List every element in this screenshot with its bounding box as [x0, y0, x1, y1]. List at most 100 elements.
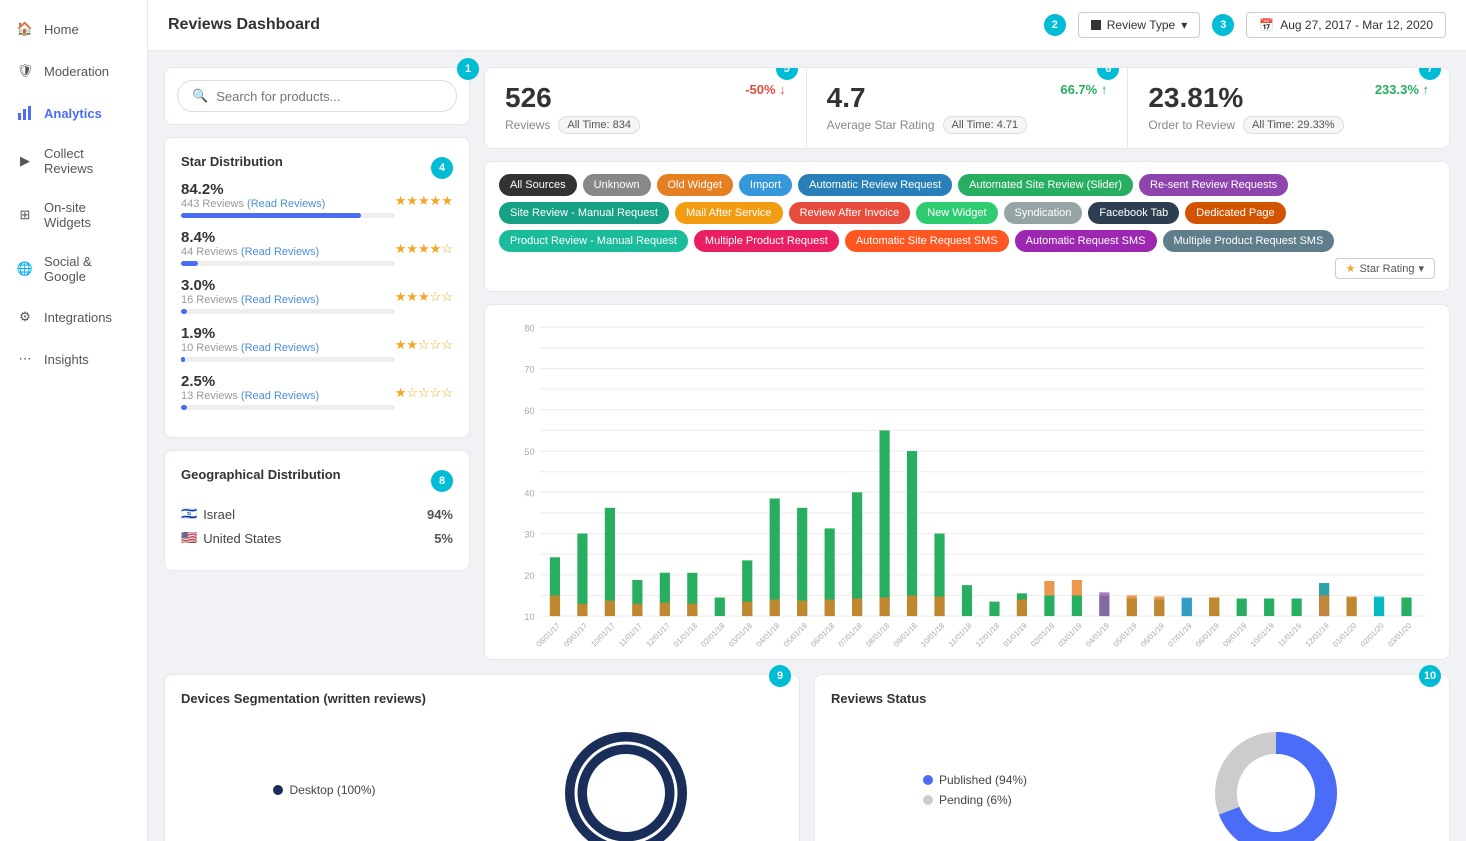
- stat-card: 4.7 Average Star Rating All Time: 4.71 6…: [807, 68, 1129, 148]
- review-type-button[interactable]: Review Type ▾: [1078, 12, 1201, 38]
- star-icons: ★★☆☆☆: [395, 337, 453, 353]
- search-icon: 🔍: [192, 88, 208, 104]
- svg-text:10/01/19: 10/01/19: [1249, 621, 1276, 647]
- star-row-info: 84.2% 443 Reviews (Read Reviews): [181, 181, 395, 221]
- filter-tag[interactable]: Syndication: [1004, 202, 1083, 224]
- star-count: 443 Reviews (Read Reviews): [181, 198, 395, 210]
- svg-text:70: 70: [524, 365, 534, 375]
- star-pct: 2.5%: [181, 373, 395, 390]
- svg-text:04/01/19: 04/01/19: [1084, 621, 1111, 647]
- filter-tag[interactable]: Automated Site Review (Slider): [958, 174, 1133, 196]
- status-donut-area: Published (94%) Pending (6%): [831, 718, 1433, 841]
- svg-text:03/01/18: 03/01/18: [727, 621, 754, 647]
- svg-text:08/01/17: 08/01/17: [534, 621, 561, 647]
- stat-card: 23.81% Order to Review All Time: 29.33% …: [1128, 68, 1449, 148]
- right-panel: 526 Reviews All Time: 834 -50% ↓ 5 4.7 A…: [484, 67, 1450, 660]
- read-reviews-link[interactable]: (Read Reviews): [241, 390, 319, 402]
- search-input[interactable]: [216, 89, 442, 104]
- sidebar-item-insights[interactable]: ⋯ Insights: [0, 338, 147, 380]
- geo-rows: 🇮🇱 Israel 94% 🇺🇸 United States 5%: [181, 506, 453, 546]
- read-reviews-link[interactable]: (Read Reviews): [241, 246, 319, 258]
- svg-text:80: 80: [524, 323, 534, 333]
- status-legend: Published (94%) Pending (6%): [923, 773, 1027, 813]
- stat-label-text: Order to Review: [1148, 118, 1235, 132]
- filter-tag[interactable]: All Sources: [499, 174, 577, 196]
- filter-tag[interactable]: Site Review - Manual Request: [499, 202, 669, 224]
- search-box[interactable]: 🔍: [177, 80, 457, 112]
- star-bar: [181, 405, 187, 410]
- notification-badge: 2: [1044, 14, 1066, 36]
- sidebar-item-home[interactable]: 🏠 Home: [0, 8, 147, 50]
- pending-label: Pending (6%): [939, 793, 1012, 807]
- filter-tag[interactable]: Re-sent Review Requests: [1139, 174, 1288, 196]
- home-icon: 🏠: [16, 20, 34, 38]
- star-count: 10 Reviews (Read Reviews): [181, 342, 395, 354]
- star-row: 8.4% 44 Reviews (Read Reviews) ★★★★☆: [181, 229, 453, 269]
- svg-text:10: 10: [524, 612, 534, 622]
- devices-badge: 9: [769, 665, 791, 687]
- filter-tag[interactable]: Mail After Service: [675, 202, 783, 224]
- square-icon: [1091, 20, 1101, 30]
- filter-tag[interactable]: Multiple Product Request: [694, 230, 839, 252]
- read-reviews-link[interactable]: (Read Reviews): [247, 198, 325, 210]
- star-rating-sort[interactable]: ★ Star Rating ▾: [1335, 258, 1435, 279]
- sidebar-item-widgets[interactable]: ⊞ On-site Widgets: [0, 188, 147, 242]
- stat-alltime: All Time: 834: [558, 116, 640, 134]
- read-reviews-link[interactable]: (Read Reviews): [241, 342, 319, 354]
- filter-tag[interactable]: Review After Invoice: [789, 202, 911, 224]
- tags-area: All Sources Unknown Old Widget Import Automa…: [484, 161, 1450, 292]
- filter-tag[interactable]: New Widget: [916, 202, 997, 224]
- filter-tag[interactable]: Facebook Tab: [1088, 202, 1179, 224]
- svg-text:01/01/18: 01/01/18: [672, 621, 699, 647]
- filter-tag[interactable]: Automatic Review Request: [798, 174, 952, 196]
- reviews-status-title: Reviews Status: [831, 691, 1433, 706]
- svg-text:11/01/18: 11/01/18: [947, 621, 974, 647]
- star-bar-bg: [181, 213, 395, 218]
- devices-title: Devices Segmentation (written reviews): [181, 691, 783, 706]
- filter-tag[interactable]: Multiple Product Request SMS: [1163, 230, 1335, 252]
- filter-tag[interactable]: Dedicated Page: [1185, 202, 1285, 224]
- flag-icon: 🇮🇱: [181, 506, 197, 522]
- sidebar-item-integrations[interactable]: ⚙ Integrations: [0, 296, 147, 338]
- social-icon: 🌐: [16, 260, 34, 278]
- review-type-label: Review Type: [1107, 18, 1175, 32]
- filter-tag[interactable]: Automatic Request SMS: [1015, 230, 1157, 252]
- star-pct: 3.0%: [181, 277, 395, 294]
- filter-tag[interactable]: Automatic Site Request SMS: [845, 230, 1009, 252]
- star-bar: [181, 261, 198, 266]
- read-reviews-link[interactable]: (Read Reviews): [241, 294, 319, 306]
- legend-published: Published (94%): [923, 773, 1027, 787]
- sidebar-item-moderation[interactable]: 🛡 Moderation: [0, 50, 147, 92]
- svg-text:12/01/17: 12/01/17: [644, 621, 671, 647]
- filter-tag[interactable]: Product Review - Manual Request: [499, 230, 688, 252]
- filter-tag[interactable]: Old Widget: [657, 174, 733, 196]
- top-row: 🔍 1 Star Distribution 4 84.2% 443 Review…: [164, 67, 1450, 660]
- filter-tag[interactable]: Import: [739, 174, 792, 196]
- dashboard-content: 🔍 1 Star Distribution 4 84.2% 443 Review…: [148, 51, 1466, 841]
- svg-text:50: 50: [524, 447, 534, 457]
- svg-text:08/01/18: 08/01/18: [864, 621, 891, 647]
- svg-text:07/01/19: 07/01/19: [1166, 621, 1193, 647]
- geo-row: 🇺🇸 United States 5%: [181, 530, 453, 546]
- chart-card: 80 70 60 50 40 30 20 10: [484, 304, 1450, 660]
- flag-icon: 🇺🇸: [181, 530, 197, 546]
- collect-icon: ▶: [16, 152, 34, 170]
- star-count: 44 Reviews (Read Reviews): [181, 246, 395, 258]
- sidebar-item-analytics[interactable]: Analytics: [0, 92, 147, 134]
- svg-text:40: 40: [524, 488, 534, 498]
- filter-tag[interactable]: Unknown: [583, 174, 651, 196]
- devices-legend: Desktop (100%): [273, 783, 375, 803]
- svg-text:11/01/17: 11/01/17: [617, 621, 644, 647]
- sidebar-item-collect[interactable]: ▶ Collect Reviews: [0, 134, 147, 188]
- sidebar-item-social[interactable]: 🌐 Social & Google: [0, 242, 147, 296]
- star-bar: [181, 357, 185, 362]
- star-bar-bg: [181, 405, 395, 410]
- pending-dot: [923, 795, 933, 805]
- chevron-down-icon: ▾: [1181, 18, 1187, 32]
- star-icons: ★★★★★: [395, 193, 453, 209]
- svg-text:10/01/18: 10/01/18: [919, 621, 946, 647]
- star-pct: 84.2%: [181, 181, 395, 198]
- svg-text:06/01/19: 06/01/19: [1139, 621, 1166, 647]
- date-range-button[interactable]: 📅 Aug 27, 2017 - Mar 12, 2020: [1246, 12, 1446, 38]
- star-dist-badge: 4: [431, 157, 453, 179]
